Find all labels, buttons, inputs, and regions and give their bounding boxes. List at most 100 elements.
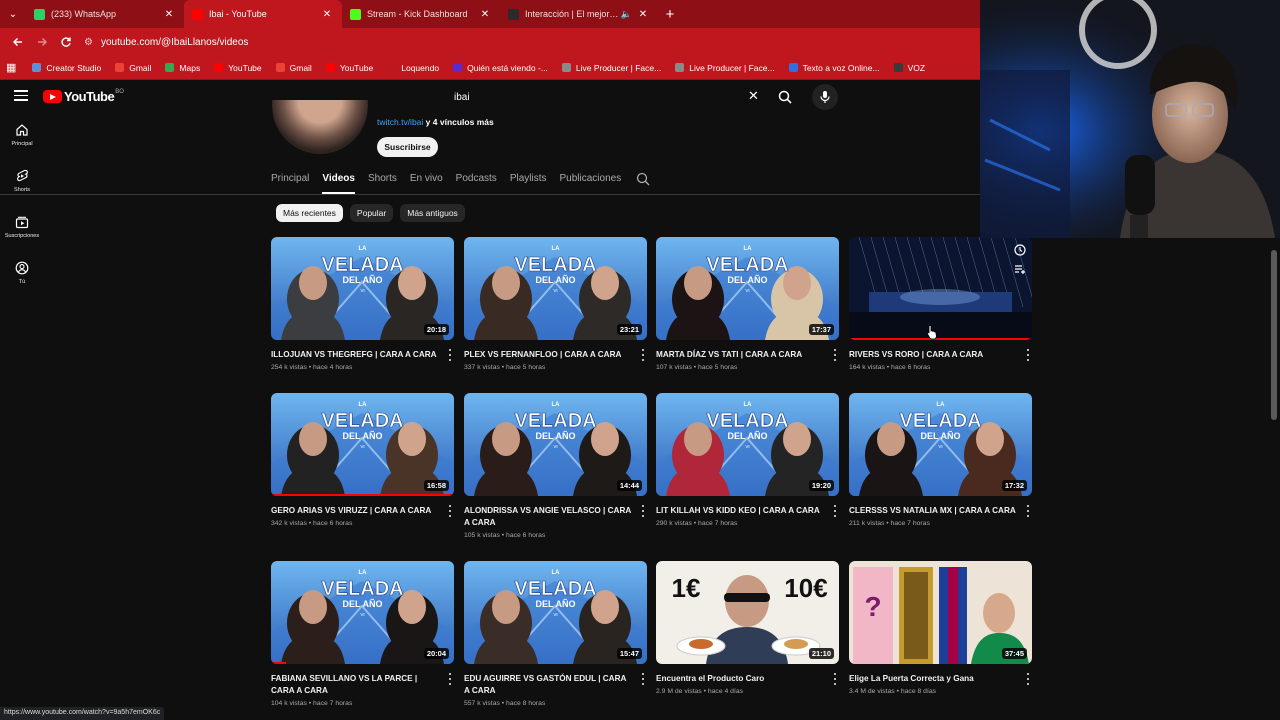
video-card[interactable]: LA VELADA DEL AÑO VI 20:18 ILLOJUAN VS THEGRE… bbox=[271, 237, 454, 371]
video-thumbnail[interactable]: LA VELADA DEL AÑO VI 23:21 bbox=[464, 237, 647, 340]
youtube-logo[interactable]: YouTube BO bbox=[43, 89, 124, 104]
voice-search-button[interactable] bbox=[812, 84, 838, 110]
video-thumbnail[interactable]: ? 37:45 bbox=[849, 561, 1032, 664]
channel-tab[interactable]: En vivo bbox=[410, 168, 443, 194]
close-tab-icon[interactable]: ✕ bbox=[162, 9, 176, 20]
browser-tab[interactable]: Interacción | El mejor softw🔈 ✕ bbox=[500, 0, 658, 28]
video-title[interactable]: GERO ARIAS VS VIRUZZ | CARA A CARA bbox=[271, 505, 454, 517]
reload-icon[interactable] bbox=[54, 30, 78, 54]
video-title[interactable]: ILLOJUAN VS THEGREFG | CARA A CARA bbox=[271, 349, 454, 361]
more-options-icon[interactable] bbox=[447, 673, 453, 685]
bookmark-item[interactable]: Maps bbox=[165, 63, 200, 73]
video-card[interactable]: LA VELADA DEL AÑO VI 15:47 EDU AGUIRRE VS GAS… bbox=[464, 561, 647, 707]
bookmark-item[interactable]: Gmail bbox=[115, 63, 151, 73]
video-thumbnail[interactable]: LA VELADA DEL AÑO VI 20:04 bbox=[271, 561, 454, 664]
channel-tab[interactable]: Playlists bbox=[510, 168, 547, 194]
video-card[interactable]: LA VELADA DEL AÑO VI 14:44 ALONDRISSA VS ANGI… bbox=[464, 393, 647, 539]
video-title[interactable]: PLEX VS FERNANFLOO | CARA A CARA bbox=[464, 349, 647, 361]
sidebar-item-shorts[interactable]: Shorts bbox=[0, 158, 44, 204]
channel-search-icon[interactable] bbox=[636, 172, 650, 186]
channel-avatar[interactable] bbox=[272, 100, 368, 154]
browser-tab[interactable]: (233) WhatsApp ✕ bbox=[26, 0, 184, 28]
channel-link[interactable]: twitch.tv/ibai bbox=[377, 117, 423, 127]
video-thumbnail[interactable] bbox=[849, 237, 1032, 340]
video-title[interactable]: EDU AGUIRRE VS GASTÓN EDUL | CARA A CARA bbox=[464, 673, 647, 697]
video-card[interactable]: LA VELADA DEL AÑO VI 20:04 FABIANA SEVILLANO … bbox=[271, 561, 454, 707]
video-title[interactable]: ALONDRISSA VS ANGIE VELASCO | CARA A CAR… bbox=[464, 505, 647, 529]
page-scrollbar[interactable] bbox=[1270, 238, 1278, 708]
back-icon[interactable] bbox=[6, 30, 30, 54]
video-title[interactable]: MARTA DÍAZ VS TATI | CARA A CARA bbox=[656, 349, 839, 361]
close-tab-icon[interactable]: ✕ bbox=[636, 9, 650, 20]
browser-tab[interactable]: Ibai - YouTube ✕ bbox=[184, 0, 342, 28]
video-thumbnail[interactable]: LA VELADA DEL AÑO VI 16:58 bbox=[271, 393, 454, 496]
more-options-icon[interactable] bbox=[447, 349, 453, 361]
sidebar-item-home[interactable]: Principal bbox=[0, 112, 44, 158]
video-thumbnail[interactable]: LA VELADA DEL AÑO VI 15:47 bbox=[464, 561, 647, 664]
more-options-icon[interactable] bbox=[640, 673, 646, 685]
site-info-icon[interactable]: ⚙ bbox=[84, 37, 93, 48]
sidebar-item-you[interactable]: Tú bbox=[0, 250, 44, 296]
video-card[interactable]: ? 37:45 Elige La Puerta Correcta y Gana 3.4… bbox=[849, 561, 1032, 695]
video-thumbnail[interactable]: LA VELADA DEL AÑO VI 19:20 bbox=[656, 393, 839, 496]
video-title[interactable]: CLERSSS VS NATALIA MX | CARA A CARA bbox=[849, 505, 1032, 517]
bookmark-item[interactable]: YouTube bbox=[325, 63, 373, 73]
video-card[interactable]: LA VELADA DEL AÑO VI 16:58 GERO ARIAS VS VIRU… bbox=[271, 393, 454, 527]
more-options-icon[interactable] bbox=[640, 349, 646, 361]
channel-tab[interactable]: Podcasts bbox=[456, 168, 497, 194]
sort-chip[interactable]: Popular bbox=[349, 204, 394, 222]
channel-tab[interactable]: Shorts bbox=[368, 168, 397, 194]
search-input[interactable]: ibai bbox=[444, 84, 770, 110]
close-tab-icon[interactable]: ✕ bbox=[478, 9, 492, 20]
video-thumbnail[interactable]: LA VELADA DEL AÑO VI 17:32 bbox=[849, 393, 1032, 496]
video-title[interactable]: LIT KILLAH VS KIDD KEO | CARA A CARA bbox=[656, 505, 839, 517]
watch-later-icon[interactable] bbox=[1013, 243, 1027, 257]
url-field[interactable]: ⚙ youtube.com/@IbaiLlanos/videos bbox=[84, 37, 248, 48]
more-options-icon[interactable] bbox=[447, 505, 453, 517]
tab-search-icon[interactable]: ⌄ bbox=[0, 0, 26, 28]
forward-icon[interactable] bbox=[30, 30, 54, 54]
speaker-icon[interactable]: 🔈 bbox=[621, 9, 632, 20]
bookmark-item[interactable]: Live Producer | Face... bbox=[561, 63, 661, 73]
new-tab-button[interactable]: + bbox=[658, 6, 682, 23]
more-options-icon[interactable] bbox=[832, 505, 838, 517]
video-title[interactable]: Encuentra el Producto Caro bbox=[656, 673, 839, 685]
more-options-icon[interactable] bbox=[640, 505, 646, 517]
bookmark-item[interactable]: Gmail bbox=[275, 63, 312, 73]
scrollbar-thumb[interactable] bbox=[1271, 250, 1277, 420]
subscribe-button[interactable]: Suscribirse bbox=[377, 137, 438, 157]
add-to-queue-icon[interactable] bbox=[1013, 262, 1027, 276]
video-thumbnail[interactable]: LA VELADA DEL AÑO VI 17:37 bbox=[656, 237, 839, 340]
bookmark-item[interactable]: Quién está viendo -... bbox=[453, 63, 548, 73]
more-options-icon[interactable] bbox=[1025, 505, 1031, 517]
more-links[interactable]: y 4 vínculos más bbox=[426, 117, 494, 127]
more-options-icon[interactable] bbox=[1025, 673, 1031, 685]
bookmark-item[interactable]: Creator Studio bbox=[32, 63, 101, 73]
search-button[interactable] bbox=[772, 85, 798, 109]
clear-search-icon[interactable]: ✕ bbox=[748, 88, 759, 104]
video-thumbnail[interactable]: LA VELADA DEL AÑO VI 20:18 bbox=[271, 237, 454, 340]
apps-grid-icon[interactable]: ▦ bbox=[6, 61, 16, 74]
video-card[interactable]: LA VELADA DEL AÑO VI 23:21 PLEX VS FERNANFLOO… bbox=[464, 237, 647, 371]
more-options-icon[interactable] bbox=[832, 673, 838, 685]
video-card[interactable]: LA VELADA DEL AÑO VI 17:32 CLERSSS VS NATALIA… bbox=[849, 393, 1032, 527]
channel-tab[interactable]: Principal bbox=[271, 168, 309, 194]
more-options-icon[interactable] bbox=[832, 349, 838, 361]
browser-tab[interactable]: Stream - Kick Dashboard ✕ bbox=[342, 0, 500, 28]
video-thumbnail[interactable]: 1€ 10€ 21:10 bbox=[656, 561, 839, 664]
menu-icon[interactable] bbox=[14, 90, 28, 101]
video-title[interactable]: RIVERS VS RORO | CARA A CARA bbox=[849, 349, 1032, 361]
bookmark-item[interactable]: Loquendo bbox=[387, 63, 439, 73]
bookmark-item[interactable]: Texto a voz Online... bbox=[788, 63, 880, 73]
video-card[interactable]: LA VELADA DEL AÑO VI 17:37 MARTA DÍAZ VS TATI… bbox=[656, 237, 839, 371]
more-options-icon[interactable] bbox=[1025, 349, 1031, 361]
channel-tab[interactable]: Publicaciones bbox=[560, 168, 622, 194]
bookmark-item[interactable]: Live Producer | Face... bbox=[675, 63, 775, 73]
video-title[interactable]: Elige La Puerta Correcta y Gana bbox=[849, 673, 1032, 685]
channel-tab[interactable]: Videos bbox=[322, 168, 355, 194]
sort-chip[interactable]: Más recientes bbox=[276, 204, 343, 222]
video-card[interactable]: RIVERS VS RORO | CARA A CARA 164 k vistas… bbox=[849, 237, 1032, 371]
close-tab-icon[interactable]: ✕ bbox=[320, 9, 334, 20]
bookmark-item[interactable]: VOZ bbox=[893, 63, 925, 73]
video-title[interactable]: FABIANA SEVILLANO VS LA PARCE | CARA A C… bbox=[271, 673, 454, 697]
